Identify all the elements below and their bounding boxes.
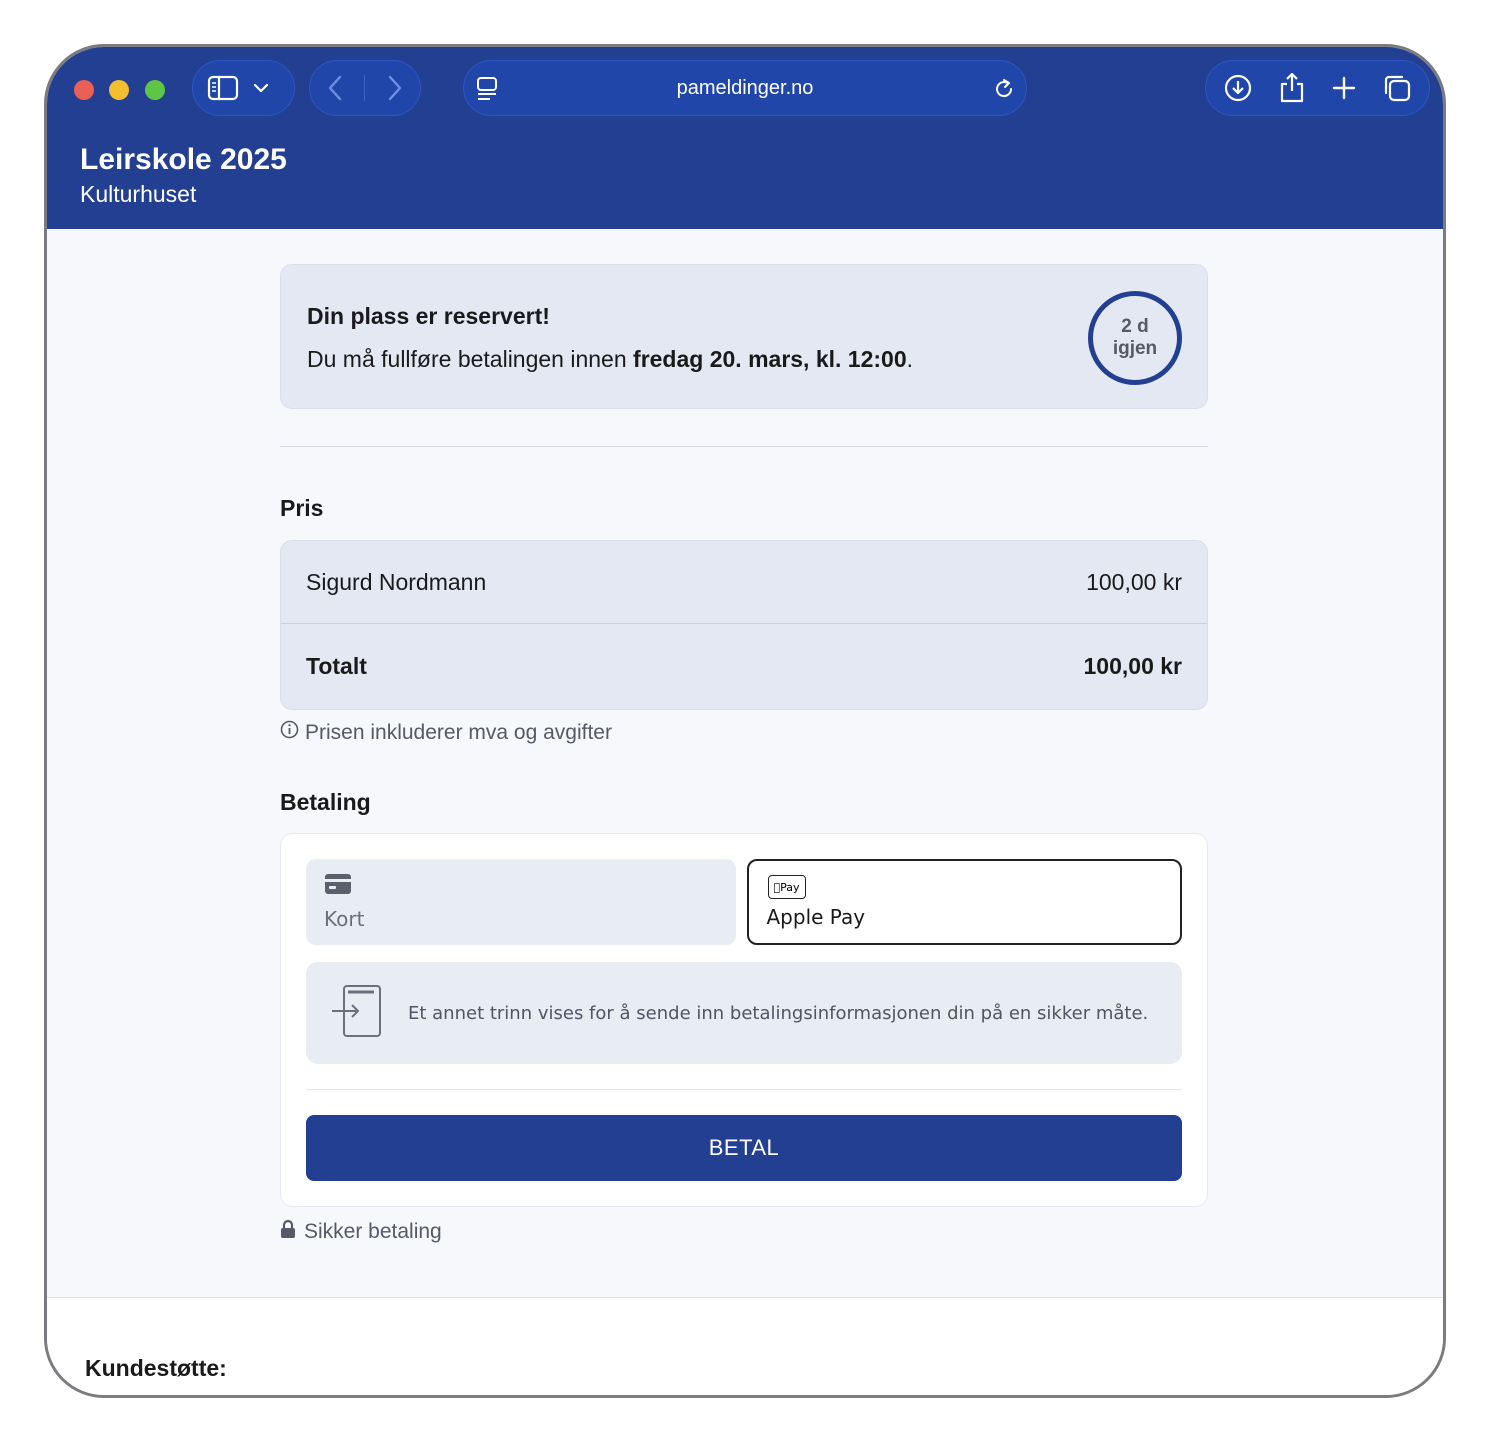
payment-method-label: Apple Pay	[766, 905, 866, 929]
participant-amount: 100,00 kr	[1086, 568, 1182, 595]
url-text: pameldinger.no	[676, 76, 814, 99]
section-divider	[280, 446, 1208, 447]
forward-button[interactable]	[386, 74, 404, 102]
chevron-right-icon	[388, 75, 402, 101]
notice-text: Du må fullføre betalingen innen fredag 2…	[307, 346, 1181, 373]
reload-icon[interactable]	[992, 77, 1016, 101]
secure-payment-note: Sikker betaling	[280, 1219, 1208, 1245]
participant-name: Sigurd Nordmann	[306, 568, 487, 595]
page-footer: Kundestøtte:	[47, 1298, 1443, 1395]
notice-title: Din plass er reservert!	[307, 303, 550, 329]
apple-pay-icon: Pay	[767, 875, 806, 899]
vat-note-text: Prisen inkluderer mva og avgifter	[305, 720, 612, 744]
chevron-down-icon	[253, 83, 269, 93]
redirect-info-text: Et annet trinn vises for å sende inn bet…	[408, 1002, 1149, 1024]
price-total-row: Totalt 100,00 kr	[281, 623, 1207, 709]
payment-method-card[interactable]: Kort	[306, 859, 736, 945]
info-icon	[280, 720, 299, 745]
navigation-controls	[309, 60, 421, 116]
browser-toolbar: pameldinger.no Leirskole 2025 Kulturhuse…	[47, 47, 1443, 229]
browser-window: pameldinger.no Leirskole 2025 Kulturhuse…	[44, 44, 1446, 1398]
share-icon[interactable]	[1278, 72, 1306, 104]
apple-pay-badge-text: Pay	[776, 880, 799, 894]
payment-method-apple-pay[interactable]: Pay Apple Pay	[746, 859, 1182, 945]
new-tab-icon[interactable]	[1331, 75, 1357, 101]
credit-card-icon	[324, 874, 352, 899]
countdown-label: igjen	[1112, 338, 1158, 359]
chevron-left-icon	[328, 75, 342, 101]
event-title: Leirskole 2025	[80, 143, 287, 176]
price-row: Sigurd Nordmann 100,00 kr	[281, 541, 1207, 623]
payment-section-title: Betaling	[280, 789, 371, 815]
sidebar-toggle-button[interactable]	[192, 60, 295, 116]
address-bar[interactable]: pameldinger.no	[463, 60, 1027, 116]
browser-tools	[1205, 60, 1430, 116]
payment-divider	[306, 1089, 1182, 1090]
total-label: Totalt	[306, 653, 367, 679]
pay-button[interactable]: BETAL	[306, 1115, 1182, 1181]
reservation-notice: Din plass er reservert! Du må fullføre b…	[280, 264, 1208, 409]
payment-method-label: Kort	[324, 907, 365, 931]
payment-deadline: fredag 20. mars, kl. 12:00	[633, 346, 907, 372]
countdown-value: 2 d	[1121, 316, 1149, 337]
price-table: Sigurd Nordmann 100,00 kr Totalt 100,00 …	[280, 540, 1208, 710]
zoom-window-button[interactable]	[145, 80, 165, 100]
event-venue: Kulturhuset	[80, 181, 197, 207]
lock-icon	[280, 1219, 296, 1245]
notice-text-prefix: Du må fullføre betalingen innen	[307, 346, 634, 372]
back-button[interactable]	[326, 74, 344, 102]
redirect-info: Et annet trinn vises for å sende inn bet…	[306, 962, 1182, 1064]
customer-support-label: Kundestøtte:	[85, 1355, 227, 1381]
close-window-button[interactable]	[74, 80, 94, 100]
redirect-icon	[330, 984, 382, 1043]
minimize-window-button[interactable]	[109, 80, 129, 100]
checkout-content: Din plass er reservert! Du må fullføre b…	[280, 264, 1208, 1245]
reader-mode-icon[interactable]	[476, 76, 498, 102]
vat-note: Prisen inkluderer mva og avgifter	[280, 720, 1208, 745]
payment-card: Kort Pay Apple Pay Et annet trinn vises…	[280, 833, 1208, 1207]
notice-text-suffix: .	[906, 346, 914, 372]
apple-logo-icon: 	[774, 881, 781, 894]
tab-overview-icon[interactable]	[1382, 73, 1412, 103]
nav-separator	[364, 75, 366, 101]
payment-methods: Kort Pay Apple Pay	[306, 859, 1182, 945]
sidebar-icon	[207, 75, 239, 101]
download-icon[interactable]	[1223, 73, 1253, 103]
total-amount: 100,00 kr	[1083, 653, 1182, 679]
secure-payment-text: Sikker betaling	[304, 1220, 442, 1243]
countdown-badge: 2 d igjen	[1088, 291, 1182, 385]
price-section-title: Pris	[280, 495, 324, 521]
